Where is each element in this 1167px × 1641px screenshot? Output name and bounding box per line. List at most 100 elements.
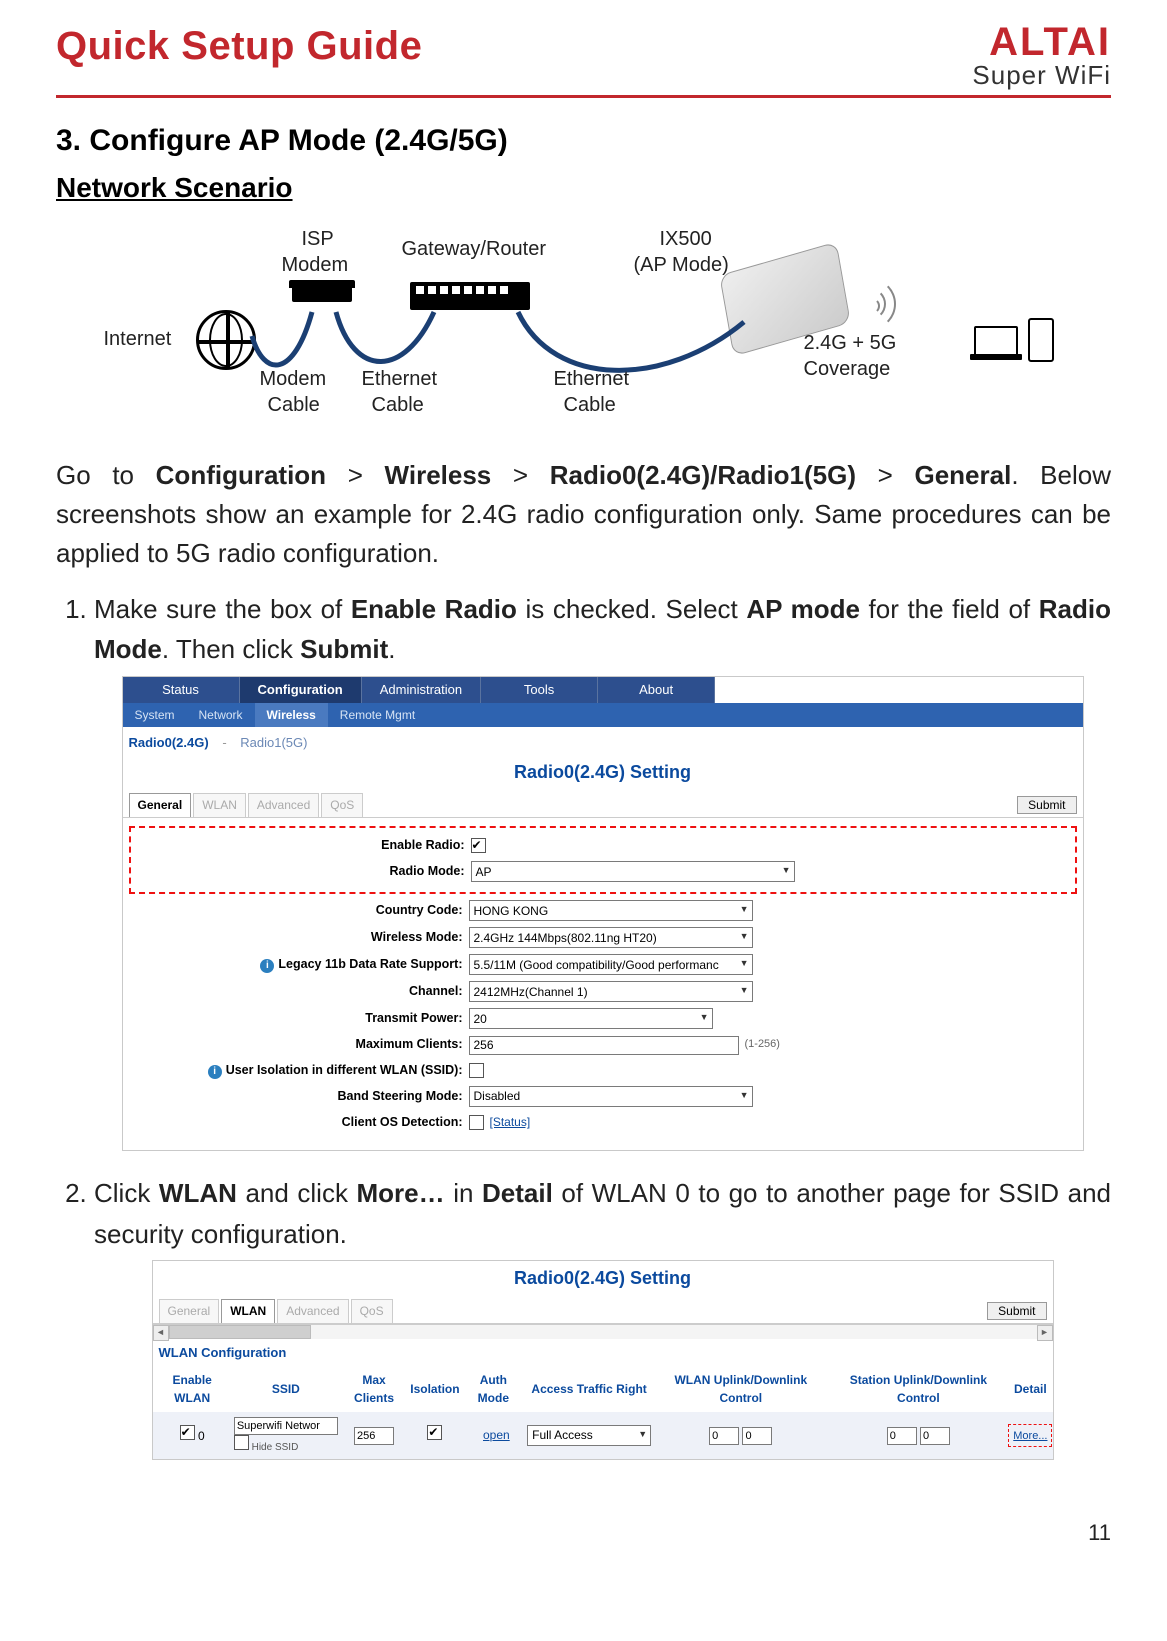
input-max-clients-row[interactable]: 256 (354, 1427, 394, 1445)
gentab-advanced[interactable]: Advanced (248, 793, 319, 817)
table-row: 0 Superwifi Networ Hide SSID 256 open Fu… (153, 1412, 1053, 1460)
scroll-left-icon[interactable]: ◄ (153, 1325, 169, 1341)
link-more-detail[interactable]: More... (1013, 1430, 1047, 1442)
label-transmit-power: Transmit Power: (133, 1009, 469, 1028)
sub-tabs: System Network Wireless Remote Mgmt (123, 703, 1083, 728)
radio-tab-sep: - (222, 735, 226, 750)
input-ssid[interactable]: Superwifi Networ (234, 1417, 338, 1435)
tab-configuration[interactable]: Configuration (240, 677, 362, 703)
top-tabs: Status Configuration Administration Tool… (123, 677, 1083, 703)
col-max-clients: Max Clients (340, 1367, 408, 1412)
select-country[interactable]: HONG KONG (469, 900, 753, 921)
gentab2-qos[interactable]: QoS (351, 1299, 393, 1323)
wlan-table: Enable WLAN SSID Max Clients Isolation A… (153, 1367, 1053, 1460)
panel-title-2: Radio0(2.4G) Setting (153, 1261, 1053, 1299)
tab-tools[interactable]: Tools (481, 677, 598, 703)
select-wireless-mode[interactable]: 2.4GHz 144Mbps(802.11ng HT20) (469, 927, 753, 948)
gentab-general[interactable]: General (129, 793, 192, 817)
col-station-ctrl: Station Uplink/Downlink Control (829, 1367, 1009, 1412)
checkbox-isolation[interactable] (469, 1063, 484, 1078)
input-sta-uplink[interactable]: 0 (887, 1427, 917, 1445)
col-access: Access Traffic Right (525, 1367, 653, 1412)
label-radio-mode: Radio Mode: (135, 862, 471, 881)
note-max-clients-range: (1-256) (745, 1036, 780, 1053)
subtab-wireless[interactable]: Wireless (255, 703, 328, 728)
checkbox-isolation-row[interactable] (427, 1425, 442, 1440)
radio0-tab[interactable]: Radio0(2.4G) (129, 735, 209, 750)
wlan-config-heading: WLAN Configuration (153, 1339, 1053, 1367)
col-detail: Detail (1008, 1367, 1052, 1412)
info-icon[interactable]: i (208, 1065, 222, 1079)
select-legacy[interactable]: 5.5/11M (Good compatibility/Good perform… (469, 954, 753, 975)
tab-about[interactable]: About (598, 677, 715, 703)
checkbox-enable-wlan-0[interactable] (180, 1425, 195, 1440)
select-access[interactable]: Full Access (527, 1425, 651, 1446)
wlan-index: 0 (198, 1429, 205, 1443)
label-hide-ssid: Hide SSID (252, 1442, 299, 1453)
label-os-detect: Client OS Detection: (133, 1113, 469, 1132)
radio1-tab[interactable]: Radio1(5G) (240, 735, 307, 750)
diagram-label-eth2b: Cable (564, 394, 616, 417)
subsection-heading: Network Scenario (56, 172, 1111, 204)
label-wireless-mode: Wireless Mode: (133, 928, 469, 947)
scroll-thumb[interactable] (169, 1325, 311, 1339)
diagram-label-modemcable2: Cable (268, 394, 320, 417)
laptop-icon (974, 326, 1018, 356)
section-number: 3. (56, 124, 81, 157)
label-band-steering: Band Steering Mode: (133, 1087, 469, 1106)
gentab2-wlan[interactable]: WLAN (221, 1299, 275, 1323)
input-sta-downlink[interactable]: 0 (920, 1427, 950, 1445)
step-1: Make sure the box of Enable Radio is che… (94, 589, 1111, 1151)
scroll-right-icon[interactable]: ► (1037, 1325, 1053, 1341)
diagram-label-eth2a: Ethernet (554, 368, 630, 391)
brand-logo: ALTAI Super WiFi (972, 24, 1111, 91)
select-transmit-power[interactable]: 20 (469, 1008, 713, 1029)
panel-title: Radio0(2.4G) Setting (123, 755, 1083, 793)
gentab-wlan[interactable]: WLAN (193, 793, 246, 817)
checkbox-os-detect[interactable] (469, 1115, 484, 1130)
gentab2-general[interactable]: General (159, 1299, 220, 1323)
subtab-system[interactable]: System (123, 703, 187, 728)
input-max-clients[interactable]: 256 (469, 1036, 739, 1055)
select-radio-mode[interactable]: AP (471, 861, 795, 882)
link-status[interactable]: [Status] (490, 1113, 531, 1132)
link-auth-mode[interactable]: open (483, 1428, 510, 1442)
checkbox-hide-ssid[interactable] (234, 1435, 249, 1450)
diagram-label-modemcable1: Modem (260, 368, 327, 391)
tab-administration[interactable]: Administration (362, 677, 481, 703)
label-legacy: iLegacy 11b Data Rate Support: (133, 955, 469, 974)
network-diagram: Internet ISP Modem Gateway/Router IX500 … (104, 218, 1064, 438)
screenshot-wlan: Radio0(2.4G) Setting General WLAN Advanc… (152, 1260, 1054, 1460)
col-ssid: SSID (232, 1367, 340, 1412)
input-wlan-uplink[interactable]: 0 (709, 1427, 739, 1445)
brand-logo-text: ALTAI (972, 24, 1111, 60)
label-enable-radio: Enable Radio: (135, 836, 471, 855)
h-scrollbar[interactable]: ◄ ► (153, 1324, 1053, 1339)
tab-status[interactable]: Status (123, 677, 240, 703)
col-wlan-ctrl: WLAN Uplink/Downlink Control (653, 1367, 828, 1412)
section-title: Configure AP Mode (2.4G/5G) (89, 124, 507, 157)
section-heading: 3. Configure AP Mode (2.4G/5G) (56, 124, 1111, 158)
submit-button-2[interactable]: Submit (987, 1302, 1046, 1320)
input-wlan-downlink[interactable]: 0 (742, 1427, 772, 1445)
col-isolation: Isolation (408, 1367, 461, 1412)
diagram-label-eth1b: Cable (372, 394, 424, 417)
gentab-qos[interactable]: QoS (321, 793, 363, 817)
select-channel[interactable]: 2412MHz(Channel 1) (469, 981, 753, 1002)
diagram-label-eth1a: Ethernet (362, 368, 438, 391)
doc-title: Quick Setup Guide (56, 24, 422, 69)
highlight-enable-radio-mode: Enable Radio: Radio Mode: AP (129, 826, 1077, 894)
screenshot-radio-general: Status Configuration Administration Tool… (122, 676, 1084, 1152)
subtab-remote-mgmt[interactable]: Remote Mgmt (328, 703, 427, 728)
step-2: Click WLAN and click More… in Detail of … (94, 1173, 1111, 1460)
submit-button[interactable]: Submit (1017, 796, 1076, 814)
checkbox-enable-radio[interactable] (471, 838, 486, 853)
label-channel: Channel: (133, 982, 469, 1001)
label-isolation: iUser Isolation in different WLAN (SSID)… (133, 1061, 469, 1080)
gentab2-advanced[interactable]: Advanced (277, 1299, 348, 1323)
info-icon[interactable]: i (260, 959, 274, 973)
col-auth-mode: Auth Mode (462, 1367, 526, 1412)
select-band-steering[interactable]: Disabled (469, 1086, 753, 1107)
subtab-network[interactable]: Network (187, 703, 255, 728)
col-enable-wlan: Enable WLAN (153, 1367, 232, 1412)
